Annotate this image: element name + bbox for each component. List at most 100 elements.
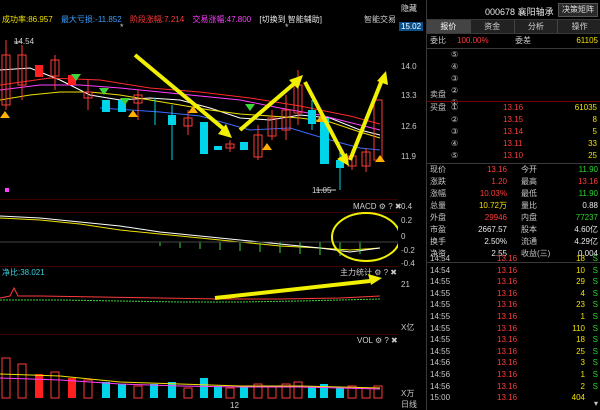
flow-scale-21: 21 <box>401 280 410 289</box>
kline-main-panel[interactable]: * * <box>0 0 398 200</box>
trade-volume: 29 <box>576 277 585 287</box>
stat-value: 2667.57 <box>478 225 507 234</box>
expand-trades-icon[interactable]: ▾ <box>594 399 598 408</box>
trade-direction: S <box>592 370 598 379</box>
macd-scale-0-4: 0.4 <box>401 202 413 211</box>
sell-row: ③ <box>451 74 459 83</box>
svg-text:*: * <box>120 22 124 32</box>
trade-direction: S <box>592 312 598 321</box>
trade-row: 14:55 13.16 110 S <box>427 323 600 335</box>
date-axis-label: 12 <box>230 401 239 410</box>
trade-time: 14:54 <box>430 265 451 275</box>
trade-time: 14:55 <box>430 288 451 298</box>
trade-price: 13.16 <box>497 288 518 298</box>
trade-time: 14:55 <box>430 277 451 287</box>
stat-row: 外盘 29946 内盘 77237 <box>427 212 600 224</box>
trade-time: 15:00 <box>430 393 451 403</box>
trade-time: 14:55 <box>430 300 451 310</box>
trade-row: 14:54 13.16 10 S <box>427 265 600 277</box>
ratio-label: 委比 <box>430 36 446 45</box>
stat-value: 0.88 <box>582 201 598 210</box>
stat-label: 外盘 <box>430 213 446 222</box>
stat-label: 现价 <box>430 165 446 174</box>
sell-row: ② <box>451 86 459 95</box>
trade-time: 14:55 <box>430 312 451 321</box>
stat-value: 13.16 <box>486 165 507 174</box>
stock-name: 襄阳轴承 <box>517 7 554 17</box>
macd-panel[interactable] <box>0 212 398 266</box>
stat-label: 涨幅 <box>430 189 446 198</box>
tab-funds[interactable]: 资金 <box>471 20 515 33</box>
buy-row: ② 13.15 8 <box>451 115 597 124</box>
trade-direction: S <box>592 323 598 333</box>
volume-panel[interactable] <box>0 334 398 400</box>
vol-scale-unit: X万 <box>401 389 415 398</box>
trade-volume: 110 <box>572 323 585 333</box>
stat-row: 总量 10.72万 量比 0.88 <box>427 200 600 212</box>
quote-panel: 000678 襄阳轴承 决策矩阵 报价 资金 分析 操作 委比 100.00% … <box>426 0 600 410</box>
capital-flow-panel[interactable] <box>0 266 398 334</box>
period-label[interactable]: 日线 <box>401 399 417 410</box>
stat-label: 流通 <box>521 237 537 246</box>
trade-row: 14:54 13.16 18 S <box>427 253 600 265</box>
diff-label: 委差 <box>515 36 531 45</box>
kline-chart-area[interactable]: 成功率:86.957 最大亏损:-11.852 阶段涨幅:7.214 交易涨幅:… <box>0 0 424 410</box>
stat-value: 10.03% <box>479 189 507 198</box>
current-price-badge: 15.02 <box>399 22 424 31</box>
macd-scale-0-2: 0.2 <box>401 216 413 225</box>
tab-operation[interactable]: 操作 <box>558 20 600 33</box>
tab-quote[interactable]: 报价 <box>427 20 471 33</box>
scale-11-9: 11.9 <box>401 152 416 161</box>
hide-toggle[interactable]: 隐藏 <box>401 3 417 14</box>
trade-price: 13.16 <box>497 381 518 391</box>
buy-row: ③ 13.14 5 <box>451 127 597 136</box>
stat-row: 市盈 2667.57 股本 4.60亿 <box>427 224 600 236</box>
stat-label: 换手 <box>430 237 446 246</box>
trade-time: 14:55 <box>430 323 451 333</box>
trade-price: 13.16 <box>497 370 518 379</box>
stat-label: 量比 <box>521 201 537 210</box>
high-price-label: 14.54 <box>14 37 35 46</box>
trade-volume: 25 <box>576 346 585 356</box>
diff-value: 61105 <box>576 36 598 45</box>
trade-price: 13.16 <box>497 346 518 356</box>
trade-row: 14:55 13.16 4 S <box>427 288 600 300</box>
trade-price: 13.16 <box>497 312 518 321</box>
svg-text:*: * <box>285 22 289 32</box>
trade-price: 13.16 <box>497 254 518 263</box>
price-scale: 隐藏 15.02 14.0 13.3 12.6 11.9 0.4 0.2 0 -… <box>398 0 426 410</box>
trade-direction: S <box>592 254 598 263</box>
sell-row: ⑤ <box>451 50 459 59</box>
stat-row: 涨幅 10.03% 最低 11.90 <box>427 188 600 200</box>
quote-tabs: 报价 资金 分析 操作 <box>427 20 600 34</box>
quote-header: 000678 襄阳轴承 决策矩阵 <box>427 0 600 20</box>
trade-volume: 4 <box>580 288 585 298</box>
stat-value: 13.16 <box>577 177 598 186</box>
stat-label: 内盘 <box>521 213 537 222</box>
trade-row: 14:55 13.16 29 S <box>427 276 600 288</box>
trade-direction: S <box>592 346 598 356</box>
stat-row: 现价 13.16 今开 11.90 <box>427 164 600 176</box>
trade-direction: S <box>592 288 598 298</box>
stat-label: 股本 <box>521 225 537 234</box>
trade-volume: 18 <box>576 254 585 263</box>
macd-scale-m0-2: -0.2 <box>401 246 415 255</box>
flow-scale-unit: X亿 <box>401 323 415 332</box>
buy-row: ④ 13.11 33 <box>451 139 597 148</box>
buy-row: ⑤ 13.10 25 <box>451 151 597 160</box>
tab-analysis[interactable]: 分析 <box>515 20 559 33</box>
trade-row: 14:55 13.16 23 S <box>427 299 600 311</box>
macd-title: MACD ⚙ ? ✖ <box>353 202 402 211</box>
trade-price: 13.16 <box>497 335 518 345</box>
stat-label: 市盈 <box>430 225 446 234</box>
stat-value: 4.29亿 <box>574 237 598 246</box>
trade-row: 14:55 13.16 18 S <box>427 334 600 346</box>
trade-row: 14:55 13.16 25 S <box>427 346 600 358</box>
trade-volume: 3 <box>580 358 585 368</box>
stat-label: 最高 <box>521 177 537 186</box>
order-ratio-row: 委比 100.00% 委差 61105 <box>427 35 600 47</box>
decision-matrix-button[interactable]: 决策矩阵 <box>558 3 598 17</box>
macd-scale-m0-4: -0.4 <box>401 259 415 268</box>
ratio-value: 100.00% <box>457 36 489 45</box>
stock-title: 000678 襄阳轴承 <box>485 5 554 18</box>
